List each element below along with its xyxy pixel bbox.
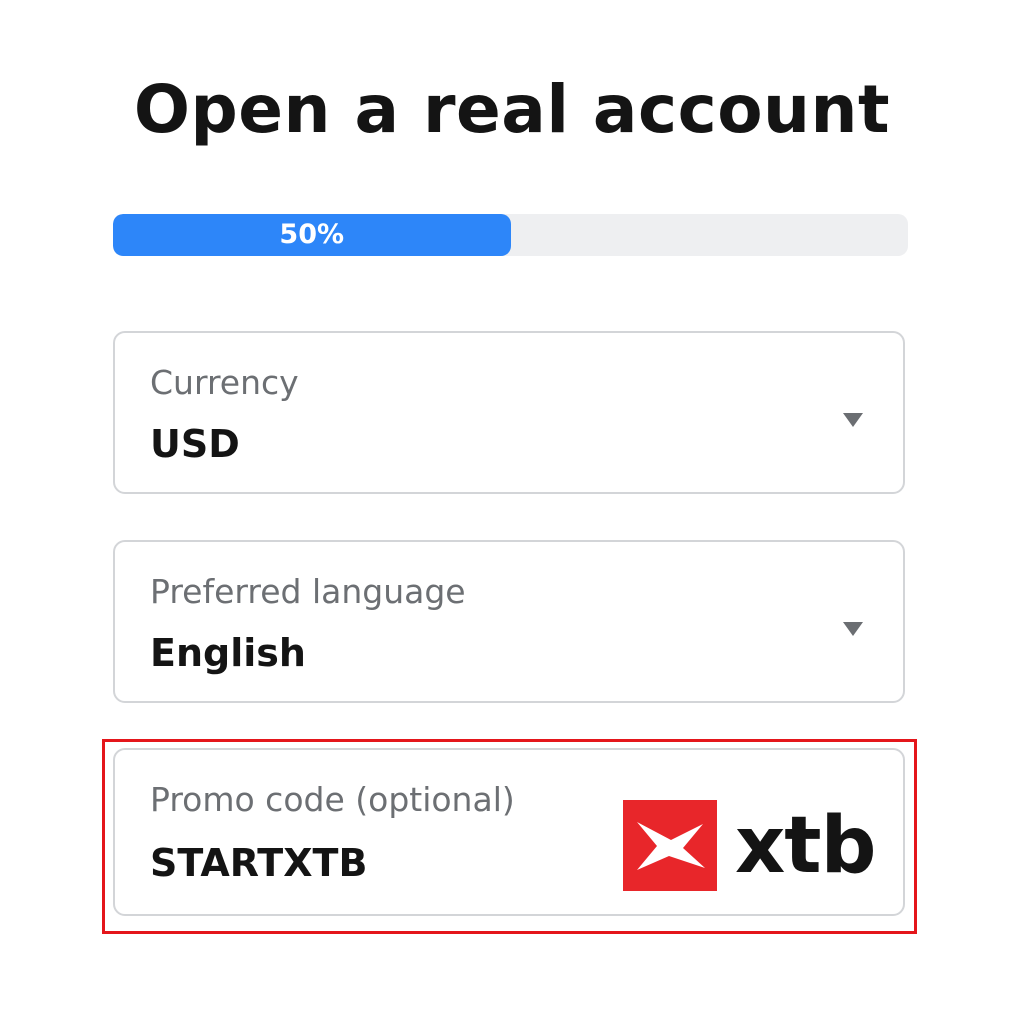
language-select[interactable]: Preferred language English xyxy=(113,540,905,703)
progress-bar-fill: 50% xyxy=(113,214,511,256)
promo-value[interactable]: STARTXTB xyxy=(150,838,367,888)
language-label: Preferred language xyxy=(150,572,466,611)
language-value: English xyxy=(150,631,306,675)
currency-select[interactable]: Currency USD xyxy=(113,331,905,494)
page-title: Open a real account xyxy=(133,71,891,148)
xtb-logo-text: xtb xyxy=(735,800,876,891)
chevron-down-icon[interactable] xyxy=(843,413,863,427)
xtb-logo-mark xyxy=(623,800,717,891)
xtb-logo: xtb xyxy=(623,800,876,891)
promo-label: Promo code (optional) xyxy=(150,780,515,819)
x-mark-icon xyxy=(637,822,705,870)
currency-value: USD xyxy=(150,422,240,466)
progress-label: 50% xyxy=(279,219,345,250)
promo-code-field[interactable]: Promo code (optional) STARTXTB xtb xyxy=(113,748,905,916)
currency-label: Currency xyxy=(150,363,299,402)
account-form-page: Open a real account 50% Currency USD Pre… xyxy=(0,0,1024,1024)
progress-bar: 50% xyxy=(113,214,908,256)
chevron-down-icon[interactable] xyxy=(843,622,863,636)
